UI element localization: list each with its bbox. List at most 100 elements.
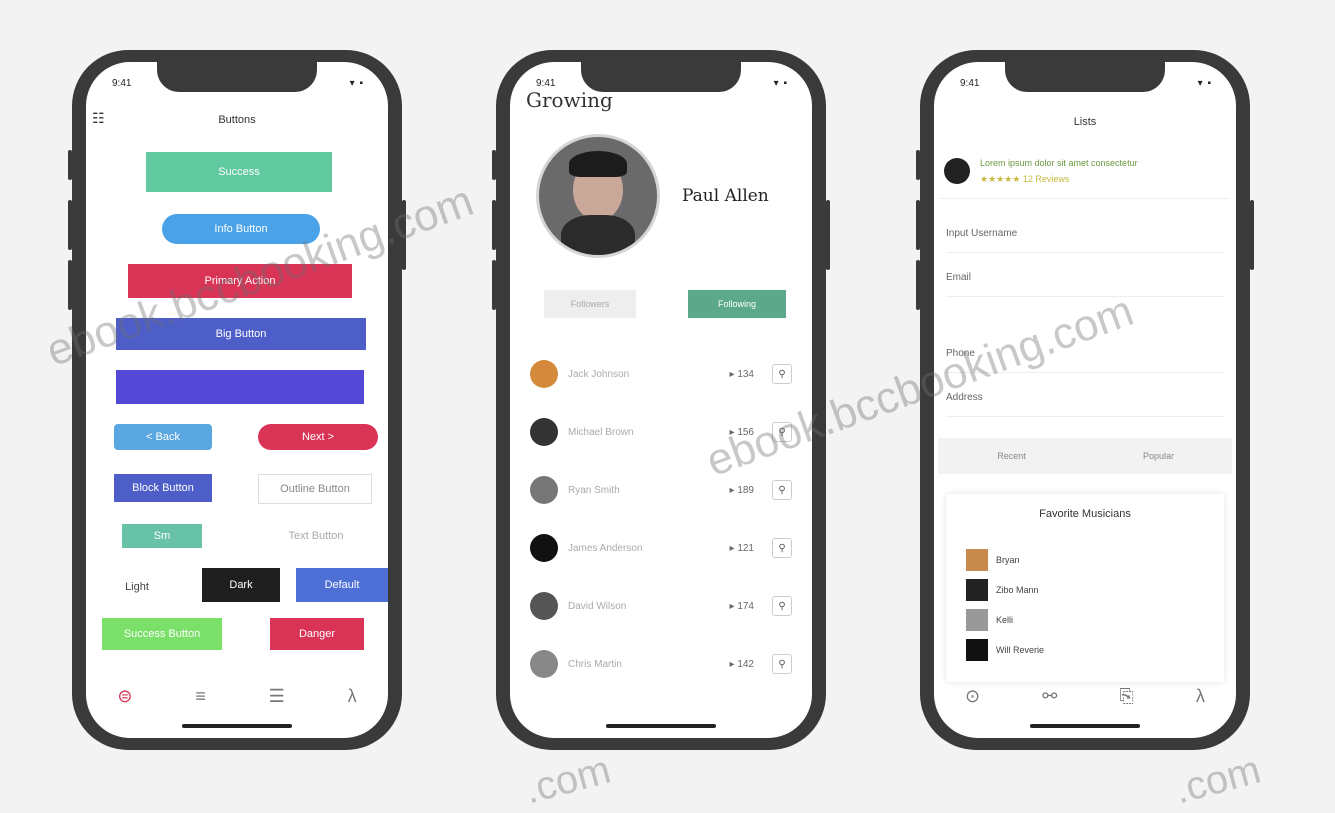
- list-item[interactable]: Jack Johnson ▸ 134 ⚲: [530, 354, 792, 394]
- success-button[interactable]: Success: [146, 152, 332, 192]
- block-button[interactable]: Block Button: [114, 474, 212, 502]
- small-button[interactable]: Sm: [122, 524, 202, 548]
- user-count: ▸ 121: [729, 542, 754, 554]
- user-card[interactable]: Lorem ipsum dolor sit amet consectetur ★…: [940, 150, 1230, 199]
- light-button[interactable]: Light: [112, 572, 162, 602]
- phone-field[interactable]: Phone: [946, 334, 1224, 373]
- list-item[interactable]: Kelli: [966, 608, 1013, 632]
- tab-lambda-icon[interactable]: λ: [1196, 686, 1205, 707]
- musician-name: Kelli: [996, 615, 1014, 625]
- tab-lambda-icon[interactable]: λ: [348, 686, 357, 707]
- user-name: David Wilson: [568, 600, 627, 612]
- tab-doc-icon[interactable]: ⎘: [1119, 686, 1133, 707]
- wide-button[interactable]: [116, 370, 364, 404]
- list-item[interactable]: Ryan Smith ▸ 189 ⚲: [530, 470, 792, 510]
- user-count: ▸ 189: [729, 484, 754, 496]
- status-icons: ▾ ▪: [773, 78, 788, 89]
- default-button[interactable]: Default: [296, 568, 388, 602]
- home-indicator: [606, 724, 716, 728]
- favorites-card: Favorite Musicians Bryan Zibo Mann Kelli…: [946, 494, 1224, 682]
- status-bar: 9:41 ▾ ▪: [960, 78, 1212, 94]
- following-button[interactable]: Following: [688, 290, 786, 318]
- tab-recent[interactable]: Recent: [938, 438, 1085, 474]
- dark-button[interactable]: Dark: [202, 568, 280, 602]
- tab-list-icon[interactable]: ≡: [195, 686, 206, 707]
- username-field[interactable]: Input Username: [946, 214, 1224, 253]
- user-name: Jack Johnson: [568, 368, 630, 380]
- status-bar: 9:41 ▾ ▪: [536, 78, 788, 94]
- tab-home-icon[interactable]: ⊙: [965, 686, 980, 707]
- page-title: Buttons: [218, 114, 256, 126]
- info-button[interactable]: Info Button: [162, 214, 320, 244]
- tab-home-icon[interactable]: ⊜: [117, 686, 132, 707]
- list-item[interactable]: Will Reverie: [966, 638, 1044, 662]
- screen-lists: 9:41 ▾ ▪ Lists Lorem ipsum dolor sit ame…: [934, 62, 1236, 738]
- person-icon[interactable]: ⚲: [772, 364, 792, 384]
- text-button[interactable]: Text Button: [268, 524, 364, 548]
- favorites-title: Favorite Musicians: [1039, 508, 1131, 520]
- thumbnail: [966, 579, 988, 601]
- phone-lists: 9:41 ▾ ▪ Lists Lorem ipsum dolor sit ame…: [916, 50, 1254, 750]
- list-item[interactable]: David Wilson ▸ 174 ⚲: [530, 586, 792, 626]
- phone-profile: 9:41 ▾ ▪ Growing Paul Allen Followers Fo…: [492, 50, 830, 750]
- user-name: Michael Brown: [568, 426, 634, 438]
- avatar: [530, 592, 558, 620]
- musician-name: Bryan: [996, 555, 1020, 565]
- avatar: [530, 650, 558, 678]
- person-icon[interactable]: ⚲: [772, 538, 792, 558]
- list-item[interactable]: Zibo Mann: [966, 578, 1039, 602]
- phone-buttons: 9:41 ▾ ▪ ☷ Buttons Success Info Button P…: [68, 50, 406, 750]
- tab-bar: ⊜ ≡ ☰ λ: [86, 678, 388, 714]
- tab-bar: ⊙ ⚯ ⎘ λ: [934, 678, 1236, 714]
- status-icons: ▾ ▪: [1197, 78, 1212, 89]
- home-indicator: [182, 724, 292, 728]
- musician-name: Will Reverie: [996, 645, 1045, 655]
- page-title: Lists: [1073, 116, 1097, 128]
- user-rating: ★★★★★ 12 Reviews: [980, 174, 1070, 184]
- back-button[interactable]: < Back: [114, 424, 212, 450]
- tab-people-icon[interactable]: ⚯: [1042, 686, 1057, 707]
- musician-name: Zibo Mann: [996, 585, 1039, 595]
- followers-button[interactable]: Followers: [544, 290, 636, 318]
- status-time: 9:41: [112, 78, 132, 89]
- segmented-tabs: Recent Popular: [938, 438, 1232, 474]
- user-count: ▸ 134: [729, 368, 754, 380]
- user-name: James Anderson: [568, 542, 643, 554]
- screen-profile: 9:41 ▾ ▪ Growing Paul Allen Followers Fo…: [510, 62, 812, 738]
- address-field[interactable]: Address: [946, 378, 1224, 417]
- thumbnail: [966, 549, 988, 571]
- screen-buttons: 9:41 ▾ ▪ ☷ Buttons Success Info Button P…: [86, 62, 388, 738]
- person-icon[interactable]: ⚲: [772, 654, 792, 674]
- avatar: [530, 418, 558, 446]
- person-icon[interactable]: ⚲: [772, 596, 792, 616]
- danger-button[interactable]: Danger: [270, 618, 364, 650]
- user-count: ▸ 156: [729, 426, 754, 438]
- person-icon[interactable]: ⚲: [772, 422, 792, 442]
- thumbnail: [966, 609, 988, 631]
- user-count: ▸ 142: [729, 658, 754, 670]
- user-count: ▸ 174: [729, 600, 754, 612]
- list-item[interactable]: Bryan: [966, 548, 1020, 572]
- big-button[interactable]: Big Button: [116, 318, 366, 350]
- tab-doc-icon[interactable]: ☰: [269, 686, 285, 707]
- primary-action-button[interactable]: Primary Action: [128, 264, 352, 298]
- next-button[interactable]: Next >: [258, 424, 378, 450]
- tab-popular[interactable]: Popular: [1085, 438, 1232, 474]
- home-indicator: [1030, 724, 1140, 728]
- thumbnail: [966, 639, 988, 661]
- person-icon[interactable]: ⚲: [772, 480, 792, 500]
- user-info: Lorem ipsum dolor sit amet consectetur: [980, 158, 1138, 168]
- avatar: [530, 534, 558, 562]
- profile-name: Paul Allen: [682, 186, 769, 206]
- list-item[interactable]: Michael Brown ▸ 156 ⚲: [530, 412, 792, 452]
- watermark-text: .com: [520, 747, 616, 813]
- avatar: [944, 158, 970, 184]
- list-item[interactable]: Chris Martin ▸ 142 ⚲: [530, 644, 792, 684]
- outline-button[interactable]: Outline Button: [258, 474, 372, 504]
- watermark-text: .com: [1170, 747, 1266, 813]
- user-name: Chris Martin: [568, 658, 622, 670]
- list-item[interactable]: James Anderson ▸ 121 ⚲: [530, 528, 792, 568]
- email-field[interactable]: Email: [946, 258, 1224, 297]
- user-name: Ryan Smith: [568, 484, 620, 496]
- success-action-button[interactable]: Success Button: [102, 618, 222, 650]
